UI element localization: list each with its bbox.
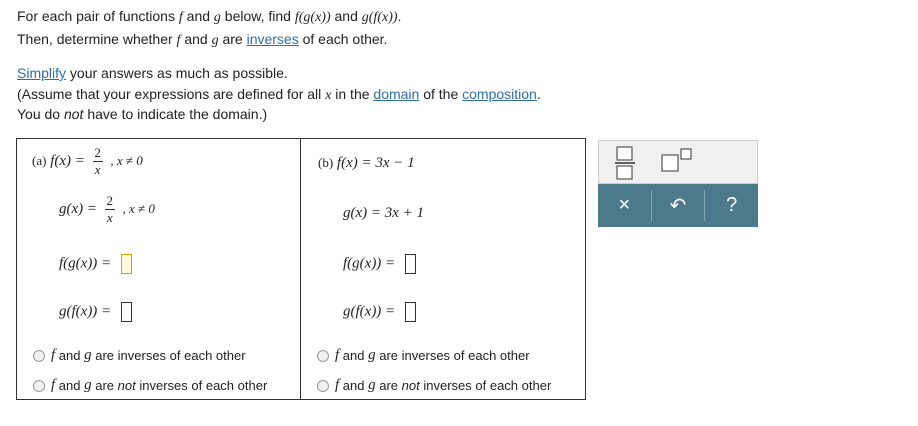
part-a-inverses-radio[interactable] [33, 349, 45, 362]
math-toolbar-templates [598, 140, 758, 184]
part-b-not-inverses-radio[interactable] [317, 379, 329, 392]
part-b-fg-row: f(g(x)) = [343, 254, 416, 274]
part-a-g-fraction: 2x [104, 193, 115, 225]
instruction-line-4: (Assume that your expressions are define… [17, 86, 541, 103]
part-b-g-definition: g(x) = 3x + 1 [343, 205, 425, 221]
clear-button[interactable]: × [598, 184, 651, 227]
composition-link[interactable]: composition [462, 86, 537, 102]
part-a-f-fraction: 2x [92, 145, 103, 177]
part-b-inverses-radio[interactable] [317, 349, 329, 362]
panel-divider [300, 139, 301, 400]
fraction-icon[interactable] [615, 145, 635, 181]
part-b-gf-answer-input[interactable] [404, 302, 416, 322]
instruction-line-2: Then, determine whether f and g are inve… [17, 31, 388, 48]
part-a-gf-row: g(f(x)) = [59, 302, 132, 322]
part-a-g-definition: g(x) = 2x , x ≠ 0 [59, 193, 155, 225]
part-a-fg-row: f(g(x)) = [59, 254, 132, 274]
part-b-fg-answer-input[interactable] [404, 254, 416, 274]
part-a-f-definition: (a) f(x) = 2x , x ≠ 0 [32, 145, 143, 177]
undo-icon: ↶ [669, 195, 687, 217]
part-a-fg-answer-input[interactable] [120, 254, 132, 274]
part-a-gf-answer-input[interactable] [120, 302, 132, 322]
help-icon: ? [726, 194, 738, 216]
instruction-line-5: You do not have to indicate the domain.) [17, 106, 268, 122]
simplify-link[interactable]: Simplify [17, 65, 66, 81]
part-a-not-inverses-radio[interactable] [33, 379, 45, 392]
instruction-line-1: For each pair of functions f and g below… [17, 8, 402, 25]
instruction-line-3: Simplify your answers as much as possibl… [17, 65, 288, 81]
undo-button[interactable]: ↶ [652, 184, 705, 227]
help-button[interactable]: ? [705, 184, 758, 227]
domain-link[interactable]: domain [373, 86, 419, 102]
gfx-expression: g(f(x)) [361, 10, 398, 25]
part-b-option-not-inverses[interactable]: f and g are not inverses of each other [317, 377, 551, 394]
superscript-icon[interactable] [661, 147, 693, 173]
math-toolbar-actions: × ↶ ? [598, 184, 758, 227]
fgx-expression: f(g(x)) [294, 10, 331, 25]
clear-icon: × [618, 194, 631, 216]
part-b-gf-row: g(f(x)) = [343, 302, 416, 322]
part-b-f-definition: (b) f(x) = 3x − 1 [318, 155, 415, 171]
part-b-option-inverses[interactable]: f and g are inverses of each other [317, 347, 530, 364]
part-a-option-inverses[interactable]: f and g are inverses of each other [33, 347, 246, 364]
part-a-option-not-inverses[interactable]: f and g are not inverses of each other [33, 377, 267, 394]
inverses-link[interactable]: inverses [247, 31, 299, 47]
